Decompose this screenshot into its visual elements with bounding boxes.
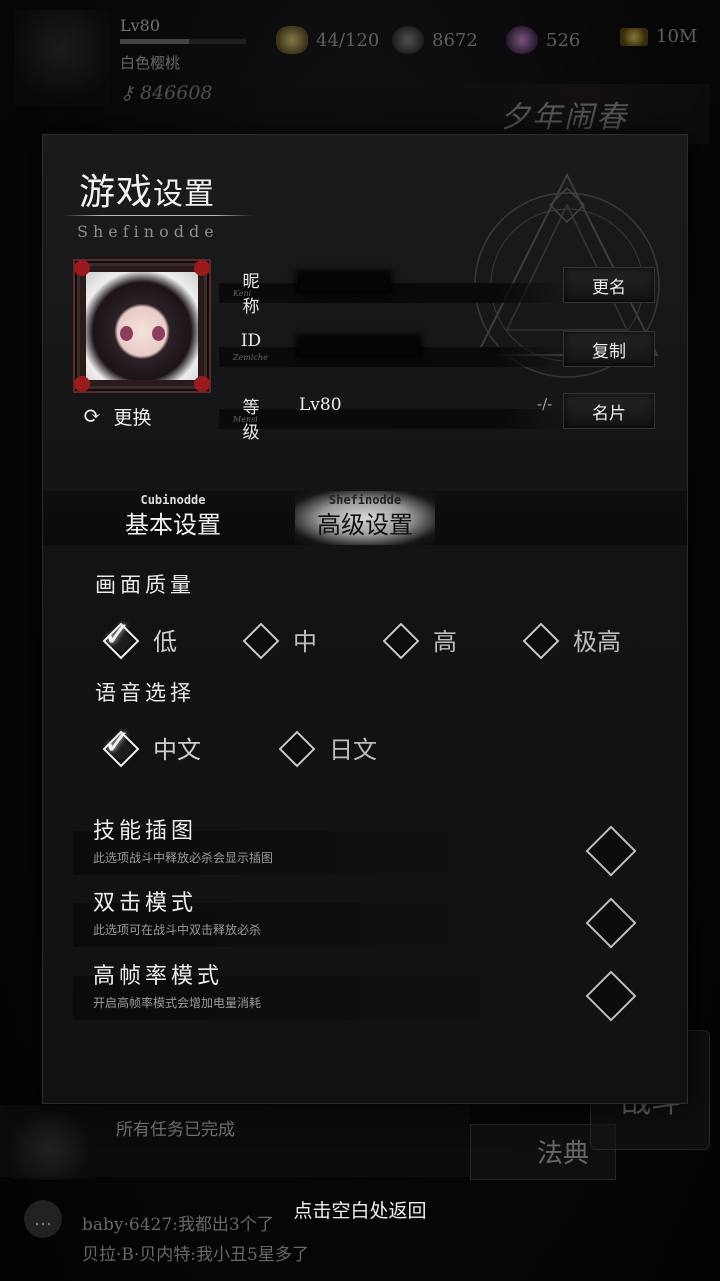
- rename-button[interactable]: 更名: [563, 267, 655, 303]
- level-extra: -/-: [537, 395, 553, 413]
- quality-option-low[interactable]: ✓ 低: [99, 615, 177, 659]
- toggle-title: 双击模式: [93, 891, 198, 916]
- checkbox-diamond: ✓: [99, 615, 139, 659]
- id-row: ID Zemiche 复制: [219, 331, 661, 371]
- high-framerate-toggle[interactable]: [581, 966, 637, 1022]
- row-strip: [219, 283, 564, 303]
- id-sublabel: Zemiche: [233, 353, 268, 362]
- nickname-redacted: [299, 273, 389, 291]
- refresh-icon: ⟳: [83, 404, 102, 429]
- toggle-title: 高帧率模式: [93, 964, 224, 989]
- level-row: 等级 Mensi Lv80 -/- 名片: [219, 393, 661, 443]
- id-redacted: [299, 337, 419, 355]
- quality-option-ultra[interactable]: 极高: [519, 619, 621, 659]
- name-card-button[interactable]: 名片: [563, 393, 655, 429]
- panel-title: 游戏设置: [79, 172, 216, 213]
- checkbox-diamond: [239, 619, 279, 659]
- tab-basic-settings[interactable]: Cubinodde 基本设置: [103, 491, 243, 545]
- quality-section-label: 画面质量: [95, 573, 195, 597]
- check-icon: ✓: [103, 723, 132, 763]
- panel-subtitle: Shefinodde: [77, 222, 219, 241]
- title-divider: [63, 215, 253, 216]
- high-framerate-toggle-row: 高帧率模式 开启高帧率模式会增加电量消耗: [73, 958, 673, 1022]
- change-avatar-button[interactable]: ⟳ 更换: [83, 403, 151, 430]
- rose-ornament: [194, 376, 210, 392]
- quality-option-high[interactable]: 高: [379, 619, 457, 659]
- toggle-description: 此选项战斗中释放必杀会显示插图: [93, 851, 274, 865]
- tap-to-return-hint: 点击空白处返回: [293, 1200, 427, 1222]
- double-tap-toggle-row: 双击模式 此选项可在战斗中双击释放必杀: [73, 885, 673, 949]
- settings-panel: 游戏设置 Shefinodde ⟳ 更换 昵称 Keni 更名 ID Zemic…: [42, 134, 688, 1104]
- voice-option-japanese[interactable]: 日文: [275, 727, 377, 767]
- level-value: Lv80: [299, 395, 342, 415]
- portrait-image: [86, 272, 198, 380]
- rose-ornament: [194, 260, 210, 276]
- checkbox-diamond: [519, 619, 559, 659]
- checkbox-diamond: ✓: [99, 723, 139, 767]
- check-icon: ✓: [103, 615, 132, 655]
- checkbox-diamond: [379, 619, 419, 659]
- double-tap-toggle[interactable]: [581, 893, 637, 949]
- toggle-description: 开启高帧率模式会增加电量消耗: [93, 996, 262, 1010]
- settings-tabs: Cubinodde 基本设置 Shefinodde 高级设置: [43, 491, 687, 545]
- copy-id-button[interactable]: 复制: [563, 331, 655, 367]
- tab-advanced-settings[interactable]: Shefinodde 高级设置: [295, 491, 435, 545]
- rose-ornament: [74, 260, 90, 276]
- quality-option-medium[interactable]: 中: [239, 619, 317, 659]
- level-sublabel: Mensi: [233, 415, 258, 424]
- rose-ornament: [74, 376, 90, 392]
- skill-illustration-toggle[interactable]: [581, 821, 637, 877]
- row-strip: [219, 409, 564, 429]
- voice-section-label: 语音选择: [95, 681, 195, 705]
- voice-option-chinese[interactable]: ✓ 中文: [99, 723, 201, 767]
- checkbox-diamond: [275, 727, 315, 767]
- toggle-title: 技能插图: [93, 819, 198, 844]
- id-label: ID: [240, 331, 262, 351]
- nickname-row: 昵称 Keni 更名: [219, 267, 661, 317]
- portrait-eye: [120, 326, 133, 341]
- skill-illustration-toggle-row: 技能插图 此选项战斗中释放必杀会显示插图: [73, 813, 673, 877]
- profile-portrait[interactable]: [74, 260, 210, 392]
- nickname-sublabel: Keni: [233, 289, 252, 298]
- portrait-eye: [152, 326, 165, 341]
- toggle-description: 此选项可在战斗中双击释放必杀: [93, 923, 262, 937]
